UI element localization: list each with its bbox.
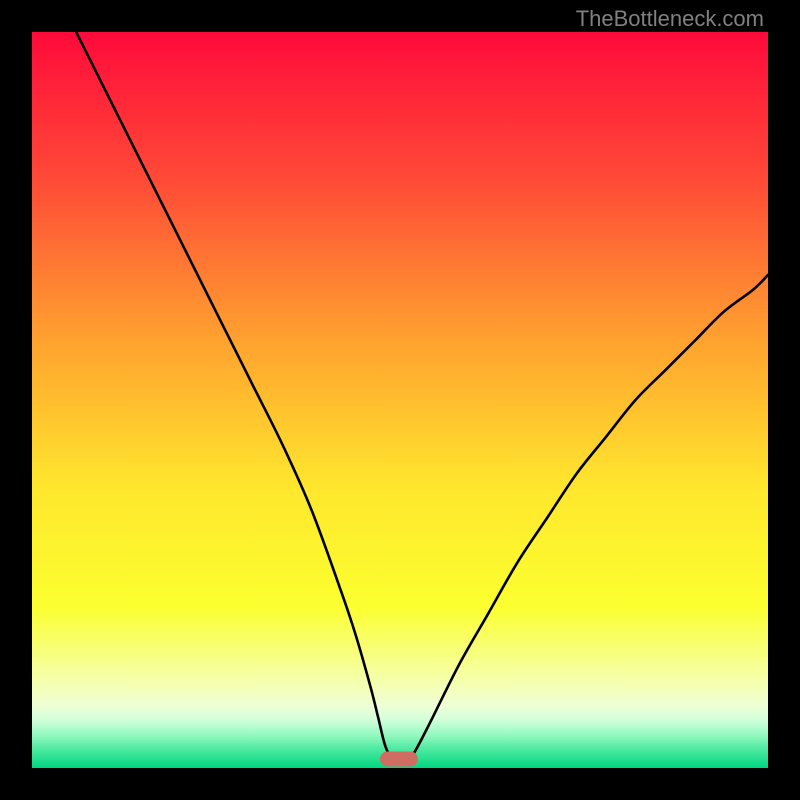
plot-area bbox=[32, 32, 768, 768]
chart-stage: TheBottleneck.com bbox=[0, 0, 800, 800]
optimum-marker bbox=[380, 752, 418, 767]
bottleneck-curve bbox=[32, 32, 768, 768]
watermark-text: TheBottleneck.com bbox=[576, 6, 764, 32]
